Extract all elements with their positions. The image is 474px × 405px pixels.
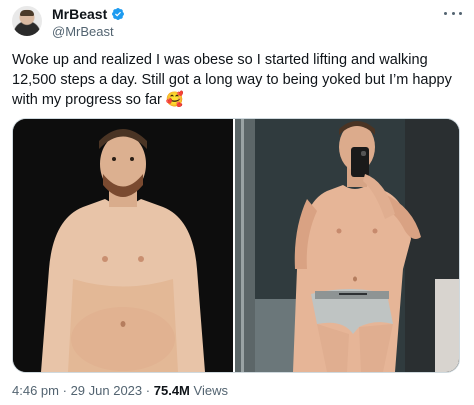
views-label: Views (193, 383, 228, 398)
author-handle[interactable]: @MrBeast (52, 24, 114, 39)
tweet-card: MrBeast @MrBeast Woke up and realized I … (0, 0, 474, 405)
tweet-metadata: 4:46 pm · 29 Jun 2023 · 75.4M Views (12, 383, 228, 398)
author-display-name[interactable]: MrBeast (52, 6, 107, 22)
tweet-media[interactable] (12, 118, 460, 373)
meta-separator-2: · (145, 383, 151, 398)
tweet-text: Woke up and realized I was obese so I st… (12, 52, 452, 108)
tweet-time[interactable]: 4:46 pm (12, 383, 59, 398)
after-mirror-selfie[interactable] (235, 119, 459, 372)
views-count[interactable]: 75.4M (154, 383, 190, 398)
before-photo[interactable] (13, 119, 233, 372)
meta-separator: · (62, 383, 67, 398)
author-name-row: MrBeast (52, 6, 125, 22)
more-options-icon[interactable] (444, 6, 462, 20)
verified-badge-icon[interactable] (111, 7, 125, 21)
tweet-date[interactable]: 29 Jun 2023 (71, 383, 143, 398)
avatar[interactable] (12, 6, 42, 36)
